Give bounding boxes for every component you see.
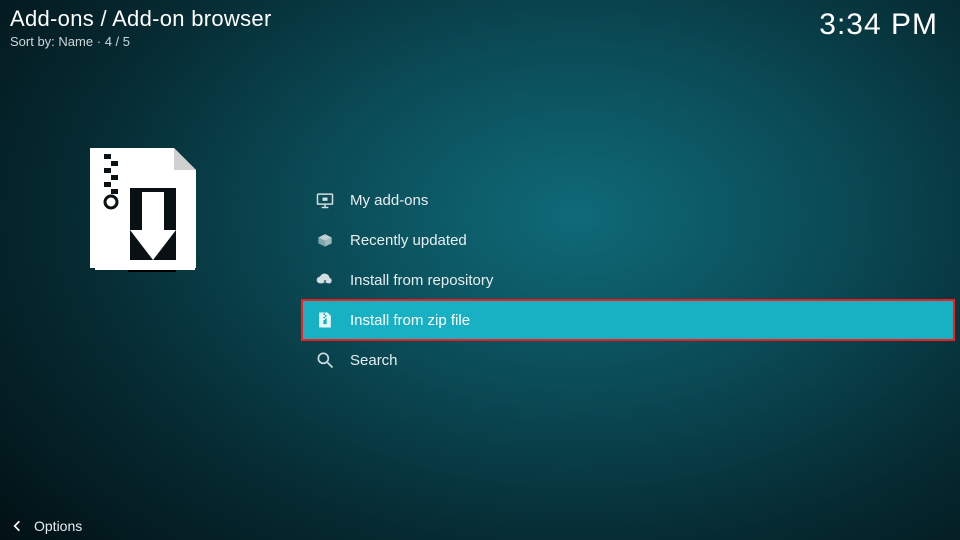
menu-item-install-from-repository[interactable]: Install from repository (302, 260, 954, 300)
breadcrumb: Add-ons / Add-on browser (10, 6, 272, 32)
menu-item-label: Install from zip file (350, 312, 470, 329)
list-position: 4 / 5 (105, 34, 130, 49)
header: Add-ons / Add-on browser Sort by: Name ·… (10, 6, 272, 49)
addon-browser-menu: My add-ons Recently updated Install from… (302, 180, 954, 380)
menu-item-search[interactable]: Search (302, 340, 954, 380)
monitor-addon-icon (314, 189, 336, 211)
cloud-download-icon (314, 269, 336, 291)
menu-item-label: Install from repository (350, 272, 493, 289)
sort-separator: · (97, 34, 105, 49)
menu-item-label: Search (350, 352, 398, 369)
menu-item-recently-updated[interactable]: Recently updated (302, 220, 954, 260)
open-box-icon (314, 229, 336, 251)
chevron-left-icon (10, 518, 26, 534)
sort-value: Name (58, 34, 93, 49)
sort-prefix: Sort by: (10, 34, 58, 49)
options-label: Options (34, 518, 82, 534)
search-icon (314, 349, 336, 371)
menu-item-label: Recently updated (350, 232, 467, 249)
sort-line: Sort by: Name · 4 / 5 (10, 34, 272, 49)
menu-item-install-from-zip[interactable]: Install from zip file (302, 300, 954, 340)
zip-install-icon (70, 140, 210, 285)
menu-item-label: My add-ons (350, 192, 428, 209)
zip-file-icon (314, 309, 336, 331)
menu-item-my-addons[interactable]: My add-ons (302, 180, 954, 220)
clock: 3:34 PM (819, 8, 938, 42)
options-button[interactable]: Options (10, 518, 82, 534)
